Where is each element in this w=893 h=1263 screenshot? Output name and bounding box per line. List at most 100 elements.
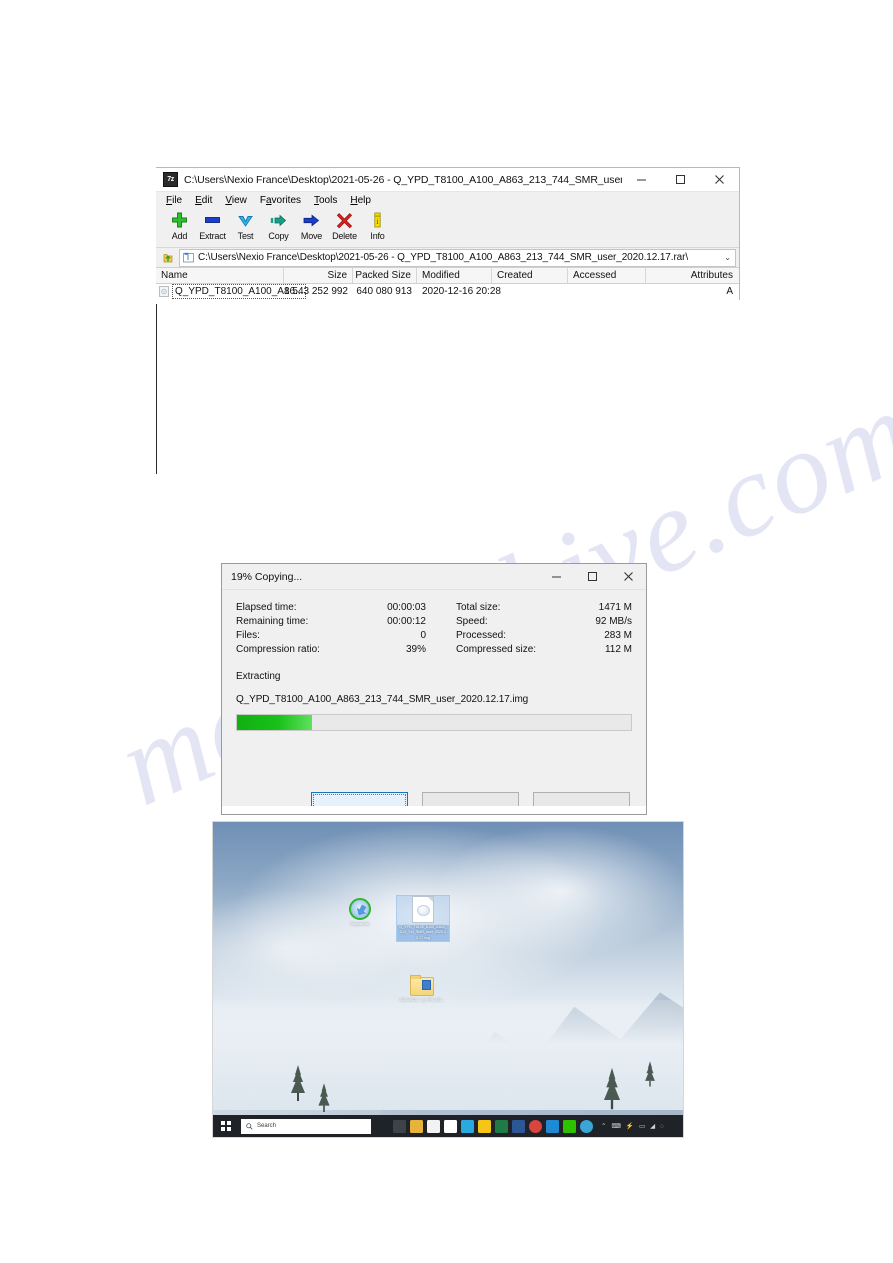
menu-item-help[interactable]: Help [350, 195, 371, 206]
file-created-cell [492, 284, 568, 299]
compressed-size-value: 112 M [604, 644, 632, 655]
img-file-icon [412, 896, 434, 923]
column-header-name[interactable]: Name [156, 268, 284, 283]
menu-item-view[interactable]: View [225, 195, 247, 206]
desktop-icon-folder[interactable]: 2021-05-26 - Q_YPD_T81... [396, 975, 448, 1003]
document-page: manualshive.com 7z C:\Users\Nexio France… [0, 0, 893, 1263]
tray-keyboard-icon[interactable]: ⌨ [611, 1122, 620, 1130]
system-tray: ⌃ ⌨ ⚡ ▭ ◢ ◌ [601, 1122, 664, 1131]
tray-power-icon[interactable]: ⚡ [626, 1122, 634, 1130]
maps-icon[interactable] [546, 1119, 559, 1133]
column-header-attributes[interactable]: Attributes [646, 268, 738, 283]
file-attributes-cell: A [726, 286, 733, 297]
microsoft-store-icon[interactable] [427, 1119, 440, 1133]
dialog-maximize-button[interactable] [574, 564, 610, 589]
toolbar-move-label: Move [300, 231, 323, 241]
toolbar-add-button[interactable]: Add [163, 209, 196, 241]
title-bar: 7z C:\Users\Nexio France\Desktop\2021-05… [156, 168, 739, 192]
column-header-created[interactable]: Created [492, 268, 568, 283]
move-arrow-icon [303, 211, 320, 230]
desktop-icon-label: 2021-05-26 - Q_YPD_T81... [399, 998, 445, 1002]
toolbar-test-button[interactable]: Test [229, 209, 262, 241]
progress-stats: Elapsed time: 00:00:03 Total size: 1471 … [236, 602, 632, 655]
chevron-down-icon[interactable]: ⌄ [724, 253, 731, 262]
tray-battery-icon[interactable]: ▭ [639, 1122, 645, 1130]
file-explorer-icon[interactable] [410, 1119, 423, 1133]
remaining-time-value: 00:00:12 [387, 616, 426, 627]
windows-start-icon[interactable] [213, 1115, 239, 1137]
desktop-icon-recycle-bin[interactable]: Recycle Bin [334, 898, 386, 927]
sticky-notes-icon[interactable] [478, 1119, 491, 1133]
address-input[interactable]: C:\Users\Nexio France\Desktop\2021-05-26… [179, 248, 736, 267]
files-label: Files: [236, 630, 260, 641]
recycle-bin-icon [349, 898, 371, 920]
taskbar-pinned-icons [393, 1119, 593, 1133]
wallpaper-tree [603, 1067, 621, 1110]
file-list: Q_YPD_T8100_A100_A86... 1 543 252 992 64… [156, 284, 739, 304]
dialog-body: Elapsed time: 00:00:03 Total size: 1471 … [222, 590, 646, 731]
file-modified-cell: 2020-12-16 20:28 [422, 286, 501, 297]
toolbar-copy-button[interactable]: Copy [262, 209, 295, 241]
up-folder-icon[interactable] [160, 252, 175, 264]
wallpaper-tree [291, 1065, 305, 1101]
elapsed-time-label: Elapsed time: [236, 602, 297, 613]
dialog-close-button[interactable] [610, 564, 646, 589]
minimize-button[interactable] [622, 168, 661, 191]
address-path-text: C:\Users\Nexio France\Desktop\2021-05-26… [198, 252, 689, 263]
tray-volume-icon[interactable]: ◌ [660, 1123, 664, 1130]
mail-icon[interactable] [461, 1119, 474, 1133]
elapsed-time-value: 00:00:03 [387, 602, 426, 613]
word-icon[interactable] [512, 1119, 525, 1133]
dialog-crop-cover [222, 806, 646, 814]
dialog-minimize-button[interactable] [538, 564, 574, 589]
search-input[interactable]: Search [241, 1118, 371, 1134]
copy-progress-dialog: 19% Copying... Elapsed time: 00:00:03 To… [221, 563, 647, 815]
browser-icon[interactable] [580, 1119, 593, 1133]
column-header-accessed[interactable]: Accessed [568, 268, 646, 283]
table-row[interactable]: Q_YPD_T8100_A100_A86... 1 543 252 992 64… [156, 284, 739, 299]
excel-icon[interactable] [495, 1119, 508, 1133]
dialog-window-controls [538, 564, 646, 589]
toolbar-info-button[interactable]: i Info [361, 209, 394, 241]
stats-spacer [426, 616, 456, 627]
taskbar: Search ⌃ ⌨ ⚡ ▭ ◢ ◌ [213, 1115, 683, 1137]
processed-label: Processed: [456, 630, 507, 641]
task-view-icon[interactable] [393, 1119, 406, 1133]
file-accessed-cell [568, 284, 646, 299]
stats-spacer [426, 630, 456, 641]
toolbar-delete-button[interactable]: Delete [328, 209, 361, 241]
column-header-modified[interactable]: Modified [417, 268, 492, 283]
close-button[interactable] [700, 168, 739, 191]
toolbar-info-label: Info [370, 231, 385, 241]
maximize-button[interactable] [661, 168, 700, 191]
menu-item-file[interactable]: File [166, 195, 182, 206]
address-bar: C:\Users\Nexio France\Desktop\2021-05-26… [156, 248, 739, 267]
desktop-icon-img-file[interactable]: Q_YPD_T8100_A100_A863_213_744_SMR_user_2… [396, 895, 450, 943]
current-file-label: Q_YPD_T8100_A100_A863_213_744_SMR_user_2… [236, 694, 529, 705]
column-headers: Name Size Packed Size Modified Created A… [156, 267, 739, 284]
processed-value: 283 M [604, 630, 632, 641]
menu-bar: File Edit View Favorites Tools Help [156, 192, 739, 209]
stats-spacer [426, 602, 456, 613]
folder-icon [410, 975, 434, 996]
column-header-packed-size[interactable]: Packed Size [353, 268, 417, 283]
menu-item-favorites[interactable]: Favorites [260, 195, 301, 206]
wechat-icon[interactable] [563, 1119, 576, 1133]
opera-icon[interactable] [529, 1119, 542, 1133]
column-header-size[interactable]: Size [284, 268, 353, 283]
file-name-cell[interactable]: Q_YPD_T8100_A100_A86... [156, 284, 307, 299]
tray-chevron-icon[interactable]: ⌃ [601, 1122, 606, 1130]
desktop-screenshot: Recycle Bin Q_YPD_T8100_A100_A863_213_74… [212, 821, 684, 1138]
toolbar-move-button[interactable]: Move [295, 209, 328, 241]
menu-item-edit[interactable]: Edit [195, 195, 212, 206]
extract-icon [204, 211, 221, 230]
dropbox-icon[interactable] [444, 1119, 457, 1133]
toolbar-extract-button[interactable]: Extract [196, 209, 229, 241]
toolbar: Add Extract Test Copy Move Delete i Info [156, 209, 739, 248]
compression-ratio-label: Compression ratio: [236, 644, 320, 655]
toolbar-delete-label: Delete [332, 231, 357, 241]
tray-network-icon[interactable]: ◢ [650, 1122, 655, 1130]
menu-item-tools[interactable]: Tools [314, 195, 337, 206]
operation-label: Extracting [236, 671, 281, 682]
file-packed-size-cell: 640 080 913 [356, 286, 412, 297]
